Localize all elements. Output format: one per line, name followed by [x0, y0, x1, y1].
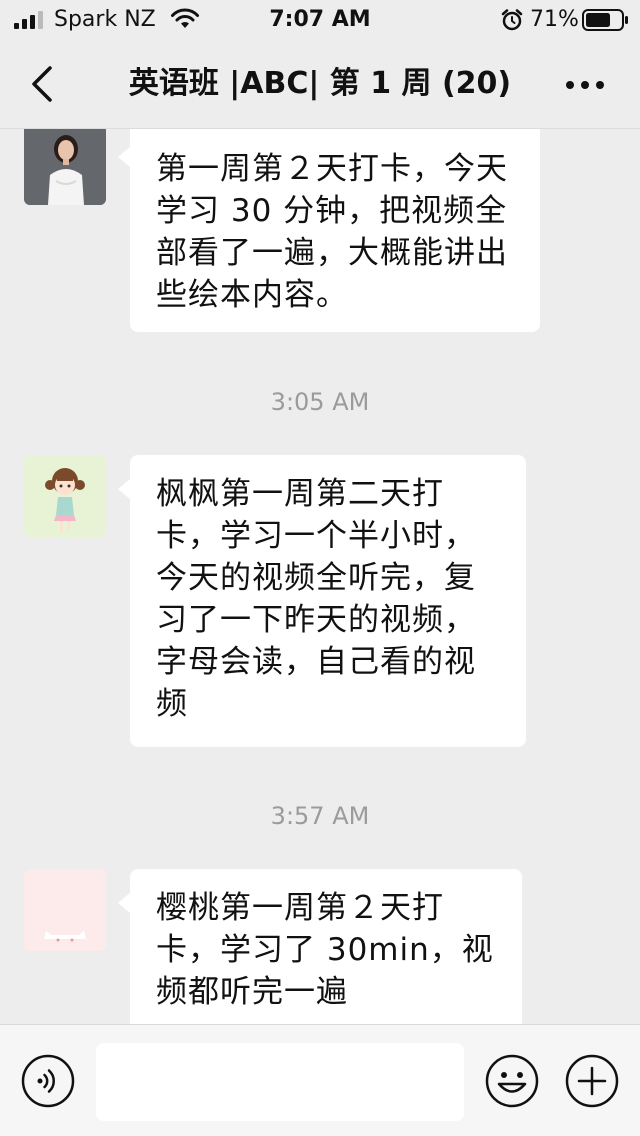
back-button[interactable]	[24, 62, 64, 106]
plus-icon[interactable]	[564, 1053, 620, 1109]
timestamp: 3:57 AM	[270, 802, 370, 830]
avatar-cartoon-girl-icon[interactable]	[24, 455, 106, 537]
message-bubble[interactable]: 樱桃第一周第２天打卡，学习了 30min，视频都听完一遍	[118, 869, 522, 1024]
message-bubble[interactable]: 第一周第２天打卡，今天学习 30 分钟，把视频全部看了一遍，大概能讲出些绘本内容…	[118, 129, 540, 332]
more-options-button[interactable]	[560, 70, 610, 100]
emoji-icon[interactable]	[484, 1053, 540, 1109]
message-text: 第一周第２天打卡，今天学习 30 分钟，把视频全部看了一遍，大概能讲出些绘本内容…	[156, 151, 508, 313]
nav-bar: 英语班 |ABC| 第 1 周 (20)	[0, 40, 640, 129]
message-text: 樱桃第一周第２天打卡，学习了 30min，视频都听完一遍	[156, 890, 494, 1010]
voice-icon[interactable]	[20, 1053, 76, 1109]
message-input[interactable]	[96, 1043, 464, 1121]
chat-title: 英语班 |ABC| 第 1 周 (20)	[128, 66, 512, 101]
battery-icon	[582, 9, 628, 31]
message-list[interactable]: 第一周第２天打卡，今天学习 30 分钟，把视频全部看了一遍，大概能讲出些绘本内容…	[0, 129, 640, 1024]
avatar-woman-icon[interactable]	[24, 129, 106, 205]
chat-screen: Spark NZ 7:07 AM 71% 英语班 |ABC| 第 1 周 (20…	[0, 0, 640, 1136]
status-bar: Spark NZ 7:07 AM 71%	[0, 0, 640, 40]
alarm-icon	[501, 9, 523, 31]
input-bar	[0, 1024, 640, 1136]
message-text: 枫枫第一周第二天打卡，学习一个半小时，今天的视频全听完，复习了一下昨天的视频，字…	[156, 476, 476, 722]
message-bubble[interactable]: 枫枫第一周第二天打卡，学习一个半小时，今天的视频全听完，复习了一下昨天的视频，字…	[118, 455, 526, 747]
battery-percent: 71%	[530, 7, 579, 32]
timestamp: 3:05 AM	[270, 388, 370, 416]
avatar-pink-cat-icon[interactable]	[24, 869, 106, 951]
